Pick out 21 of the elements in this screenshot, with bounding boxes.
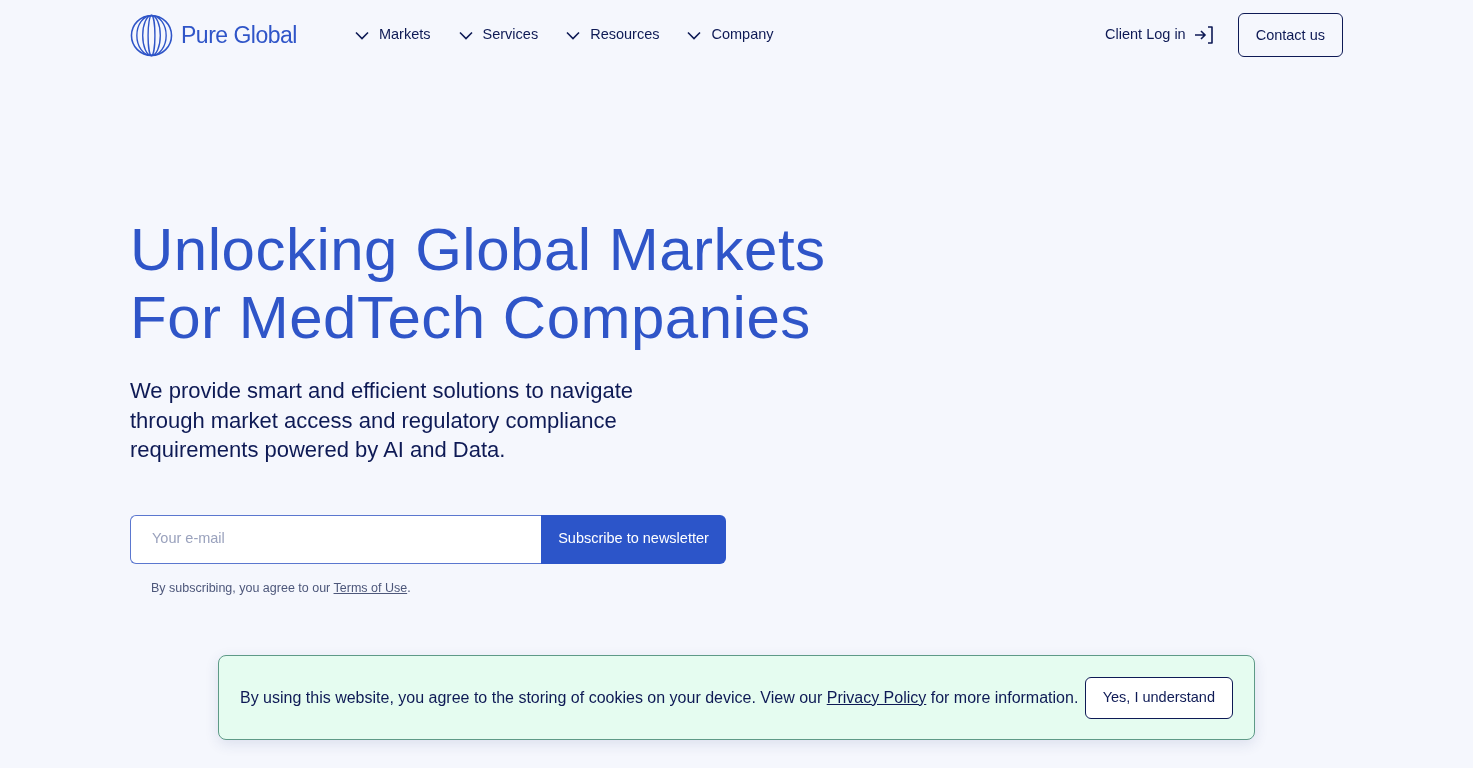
chevron-down-icon	[566, 30, 581, 40]
nav-menu-link[interactable]: Resources	[566, 24, 660, 46]
hero-description: We provide smart and efficient solutions to navigate through market access and regulatory compliance requirements powered by AI and Data.	[130, 377, 635, 464]
nav-menu-link[interactable]: Markets	[354, 24, 431, 46]
nav-menu-link[interactable]: Company	[687, 24, 774, 46]
client-login-link[interactable]: Client Log in	[1105, 24, 1214, 46]
globe-icon	[130, 13, 173, 57]
logo-link[interactable]: Pure Global	[130, 13, 297, 57]
nav-menu-link[interactable]: Services	[458, 24, 539, 46]
contact-button[interactable]: Contact us	[1237, 13, 1343, 57]
login-icon	[1193, 26, 1214, 44]
chevron-down-icon	[458, 30, 473, 40]
privacy-policy-link[interactable]: Privacy Policy	[826, 688, 927, 706]
terms-note: By subscribing, you agree to our Terms of Use.	[151, 579, 412, 597]
chevron-down-icon	[687, 30, 702, 40]
email-input[interactable]: Your e-mail	[130, 514, 541, 564]
hero-heading: Unlocking Global Markets For MedTech Companies	[130, 216, 827, 352]
chevron-down-icon	[354, 30, 369, 40]
subscribe-button[interactable]: Subscribe to newsletter	[541, 514, 726, 564]
accept-cookies-button[interactable]: Yes, I understand	[1084, 676, 1233, 719]
cookie-notice-text: By using this website, you agree to the storing of cookies on your device. View our Privacy Policy for more information.	[240, 687, 1079, 708]
